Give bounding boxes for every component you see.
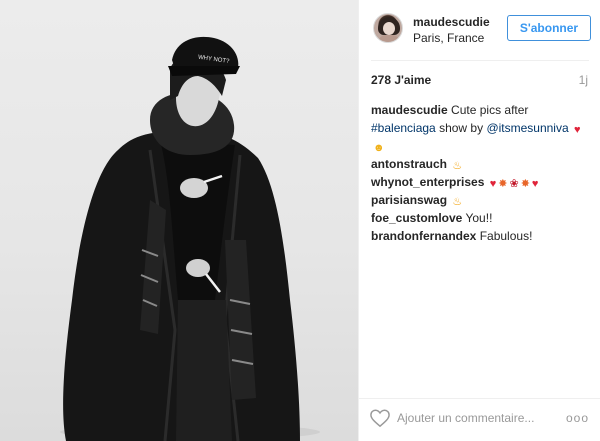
comment-item: brandonfernandex Fabulous! xyxy=(371,227,593,245)
avatar[interactable] xyxy=(373,13,403,43)
header-divider xyxy=(371,60,589,61)
red-heart-icon: ♥ xyxy=(574,124,581,136)
mention-link[interactable]: @itsmesunniva xyxy=(486,121,568,135)
red-heart-icon: ♥ xyxy=(489,178,497,190)
post-details-panel: maudescudie Paris, France S'abonner 278 … xyxy=(358,0,600,441)
hashtag-link[interactable]: #balenciaga xyxy=(371,121,436,135)
comment-item: foe_customlove You!! xyxy=(371,209,593,227)
post-location[interactable]: Paris, France xyxy=(413,31,484,45)
comment-username[interactable]: parisianswag xyxy=(371,193,447,207)
fire-icon: ♨ xyxy=(452,196,463,208)
more-options-icon[interactable]: ooo xyxy=(566,412,589,424)
caption-username[interactable]: maudescudie xyxy=(371,103,448,117)
comment-username[interactable]: brandonfernandex xyxy=(371,229,476,243)
caption-text-before: Cute pics after xyxy=(451,103,529,117)
comment-bar: ooo xyxy=(359,398,600,441)
red-heart-icon: ♥ xyxy=(531,178,539,190)
heart-outline-icon[interactable] xyxy=(369,408,391,428)
collision-icon: ✸ xyxy=(498,178,508,190)
comment-item: parisianswag ♨ xyxy=(371,191,593,209)
post-photo[interactable]: WHY NOT? xyxy=(0,0,358,441)
comment-text: Fabulous! xyxy=(479,229,533,243)
comment-input[interactable] xyxy=(397,408,561,428)
post-header: maudescudie Paris, France S'abonner xyxy=(359,0,600,60)
comment-username[interactable]: foe_customlove xyxy=(371,211,462,225)
fire-icon: ♨ xyxy=(452,160,463,172)
caption-text-middle: show by xyxy=(435,121,487,135)
author-username[interactable]: maudescudie xyxy=(413,15,490,29)
like-count[interactable]: 278 J'aime xyxy=(371,73,431,87)
comment-item: whynot_enterprises ♥ ✸ ❀ ✸ ♥ xyxy=(371,173,593,191)
post-timestamp[interactable]: 1j xyxy=(579,73,588,87)
avatar-face xyxy=(383,22,395,35)
comment-item: antonstrauch ♨ xyxy=(371,155,593,173)
comment-username[interactable]: whynot_enterprises xyxy=(371,175,484,189)
face-blowing-kiss-icon: ☻ xyxy=(373,142,385,154)
collision-icon: ✸ xyxy=(520,178,530,190)
rose-icon: ❀ xyxy=(509,178,519,190)
comment-list: maudescudie Cute pics after #balenciaga … xyxy=(371,101,593,245)
comment-text: You!! xyxy=(465,211,493,225)
caption: maudescudie Cute pics after #balenciaga … xyxy=(371,101,593,155)
follow-button[interactable]: S'abonner xyxy=(507,15,591,41)
avatar-body xyxy=(378,35,400,42)
photo-illustration: WHY NOT? xyxy=(60,36,320,441)
comment-username[interactable]: antonstrauch xyxy=(371,157,447,171)
